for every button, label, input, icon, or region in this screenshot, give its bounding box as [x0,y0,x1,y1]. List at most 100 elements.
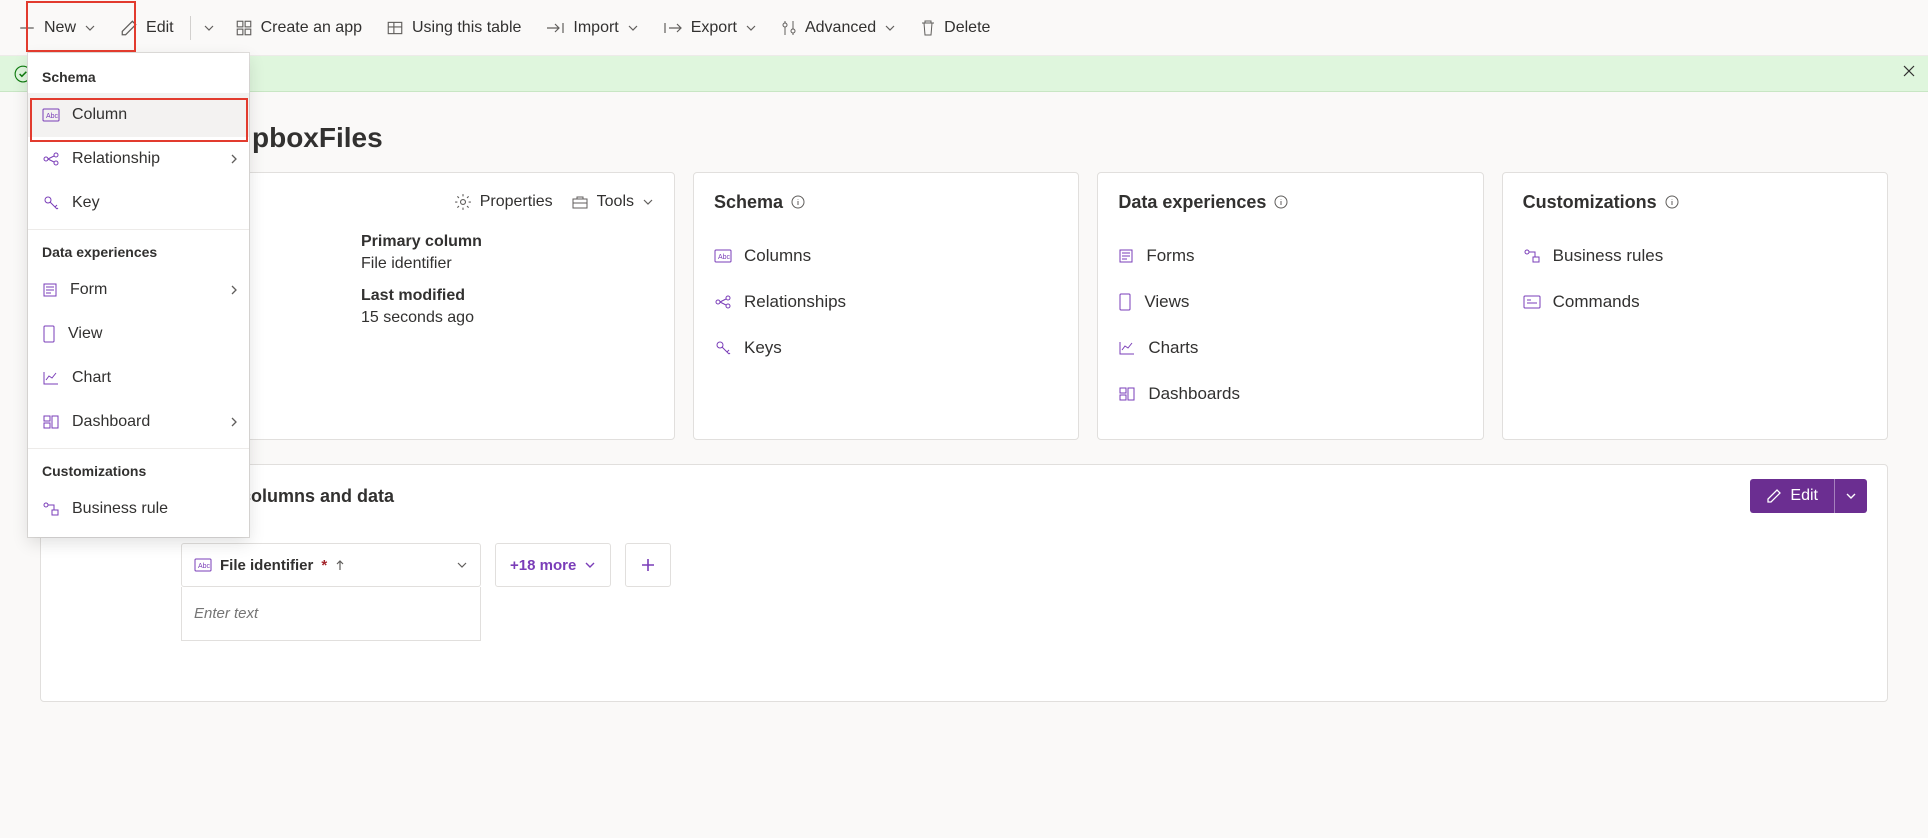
tools-button[interactable]: Tools [571,193,654,211]
more-columns-button[interactable]: +18 more [495,543,611,587]
view-icon [1118,293,1132,311]
data-input-row [181,587,1867,641]
pencil-icon [1766,488,1782,504]
delete-label: Delete [944,19,990,37]
menu-label: Chart [72,369,111,387]
menu-item-form[interactable]: Form [28,268,249,312]
more-label: +18 more [510,557,576,574]
relationship-icon [714,294,732,310]
properties-label: Properties [480,193,553,211]
views-link[interactable]: Views [1118,279,1462,325]
chevron-down-icon [84,22,96,34]
properties-button[interactable]: Properties [454,193,553,211]
menu-item-view[interactable]: View [28,312,249,356]
cards-row: Properties Tools Primary column File ide… [40,172,1888,440]
edit-caret[interactable] [197,6,221,50]
relationships-link[interactable]: Relationships [714,279,1058,325]
dashboard-icon [42,414,60,430]
menu-item-dashboard[interactable]: Dashboard [28,400,249,444]
file-identifier-input[interactable] [181,587,481,641]
keys-link[interactable]: Keys [714,325,1058,371]
page-title: pboxFiles [40,92,1888,172]
chevron-right-icon [229,284,239,296]
charts-link[interactable]: Charts [1118,325,1462,371]
export-button[interactable]: Export [653,6,767,50]
chevron-down-icon [627,22,639,34]
svg-text:Abc: Abc [198,563,211,570]
flow-icon [42,501,60,517]
menu-label: Dashboard [72,413,150,431]
column-chip-file-identifier[interactable]: Abc File identifier * [181,543,481,587]
plus-icon [640,557,656,573]
using-table-button[interactable]: Using this table [376,6,531,50]
advanced-label: Advanced [805,19,876,37]
dropdown-section-customizations: Customizations [28,453,249,487]
import-icon [545,21,565,35]
svg-text:Abc: Abc [718,254,731,261]
card-title: Customizations [1523,192,1679,213]
gear-icon [454,193,472,211]
success-bar [0,56,1928,92]
info-icon[interactable] [1274,195,1288,209]
menu-label: Key [72,194,100,212]
last-modified-label: Last modified [361,287,654,305]
primary-column-value: File identifier [361,255,654,273]
edit-button[interactable]: Edit [110,6,184,50]
business-rules-link[interactable]: Business rules [1523,233,1867,279]
columns-link[interactable]: Abc Columns [714,233,1058,279]
new-dropdown: Schema Abc Column Relationship Key Data … [28,53,249,537]
required-indicator: * [321,557,327,574]
card-head: Schema [714,189,1058,215]
menu-item-business-rule[interactable]: Business rule [28,487,249,531]
divider [28,229,249,230]
import-button[interactable]: Import [535,6,648,50]
schema-card: Schema Abc Columns Relationships [693,172,1079,440]
card-head: Data experiences [1118,189,1462,215]
primary-column-label: Primary column [361,233,654,251]
customizations-card: Customizations Business rules Commands [1502,172,1888,440]
chart-icon [42,370,60,386]
chevron-down-icon [584,559,596,571]
toolbox-icon [571,194,589,210]
close-button[interactable] [1902,64,1916,78]
menu-item-relationship[interactable]: Relationship [28,137,249,181]
edit-split-button[interactable]: Edit [1750,479,1867,513]
abc-icon: Abc [194,558,212,572]
key-icon [42,194,60,212]
export-label: Export [691,19,737,37]
menu-item-chart[interactable]: Chart [28,356,249,400]
menu-label: Relationship [72,150,160,168]
dashboard-icon [1118,386,1136,402]
last-modified-value: 15 seconds ago [361,309,654,327]
commands-link[interactable]: Commands [1523,279,1867,325]
advanced-button[interactable]: Advanced [771,6,906,50]
edit-label: Edit [146,19,174,37]
create-app-button[interactable]: Create an app [225,6,372,50]
new-button[interactable]: New [8,6,106,50]
add-column-button[interactable] [625,543,671,587]
key-icon [714,339,732,357]
abc-icon: Abc [714,249,732,263]
menu-label: Business rule [72,500,168,518]
delete-button[interactable]: Delete [910,6,1000,50]
card-title: Data experiences [1118,192,1288,213]
column-name: File identifier [220,557,313,574]
columns-header-row: Abc File identifier * +18 more [181,543,1867,587]
info-icon[interactable] [1665,195,1679,209]
info-icon[interactable] [791,195,805,209]
sliders-icon [781,19,797,37]
svg-text:Abc: Abc [46,113,59,120]
edit-main[interactable]: Edit [1750,479,1834,513]
menu-item-key[interactable]: Key [28,181,249,225]
table-icon [386,19,404,37]
menu-item-column[interactable]: Abc Column [28,93,249,137]
export-icon [663,21,683,35]
view-icon [42,325,56,343]
edit-caret[interactable] [1834,479,1867,513]
chevron-right-icon [229,416,239,428]
relationship-icon [42,151,60,167]
chevron-down-icon [884,22,896,34]
dashboards-link[interactable]: Dashboards [1118,371,1462,417]
import-label: Import [573,19,618,37]
forms-link[interactable]: Forms [1118,233,1462,279]
